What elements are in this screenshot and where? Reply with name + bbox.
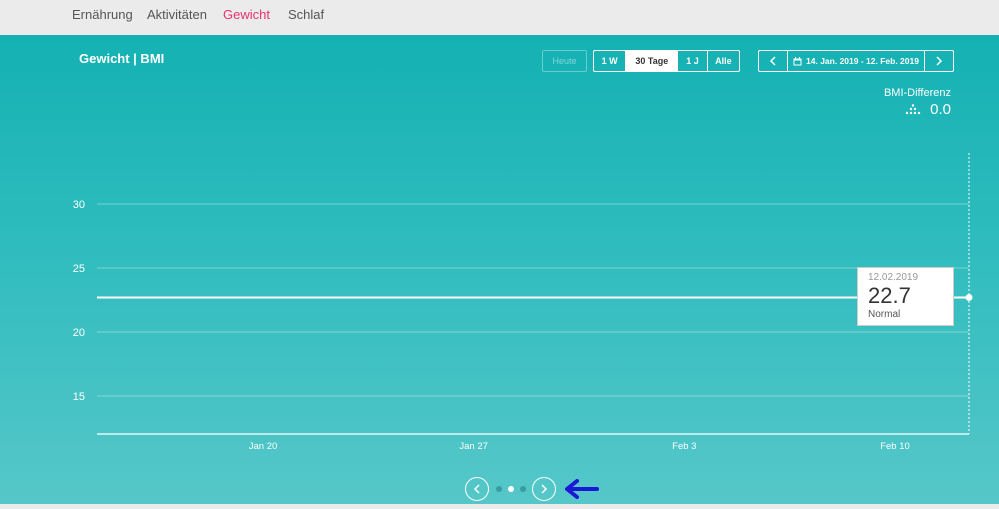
chevron-right-icon bbox=[541, 484, 548, 494]
x-tick-label: Feb 10 bbox=[880, 441, 910, 452]
pager-dot-1[interactable] bbox=[496, 486, 502, 492]
bmi-chart: 30 25 20 15 Jan 20 Jan 27 Feb 3 Feb 10 bbox=[73, 153, 973, 452]
tooltip-value: 22.7 bbox=[868, 283, 911, 308]
pager-dot-2[interactable] bbox=[508, 486, 514, 492]
x-tick-label: Jan 20 bbox=[249, 441, 278, 452]
x-tick-label: Jan 27 bbox=[459, 441, 488, 452]
y-tick-label: 15 bbox=[73, 391, 85, 403]
pager-dot-3[interactable] bbox=[520, 486, 526, 492]
prev-page-button[interactable] bbox=[465, 477, 489, 501]
tooltip-category: Normal bbox=[868, 309, 901, 320]
next-page-button[interactable] bbox=[532, 477, 556, 501]
data-tooltip: 12.02.2019 22.7 Normal bbox=[857, 267, 954, 326]
y-tick-label: 30 bbox=[73, 199, 85, 211]
y-tick-label: 25 bbox=[73, 263, 85, 275]
data-point bbox=[965, 293, 973, 301]
arrow-annotation-icon bbox=[565, 479, 599, 499]
y-tick-label: 20 bbox=[73, 327, 85, 339]
tooltip-date: 12.02.2019 bbox=[868, 272, 919, 283]
x-tick-label: Feb 3 bbox=[672, 441, 696, 452]
chevron-left-icon bbox=[473, 484, 480, 494]
